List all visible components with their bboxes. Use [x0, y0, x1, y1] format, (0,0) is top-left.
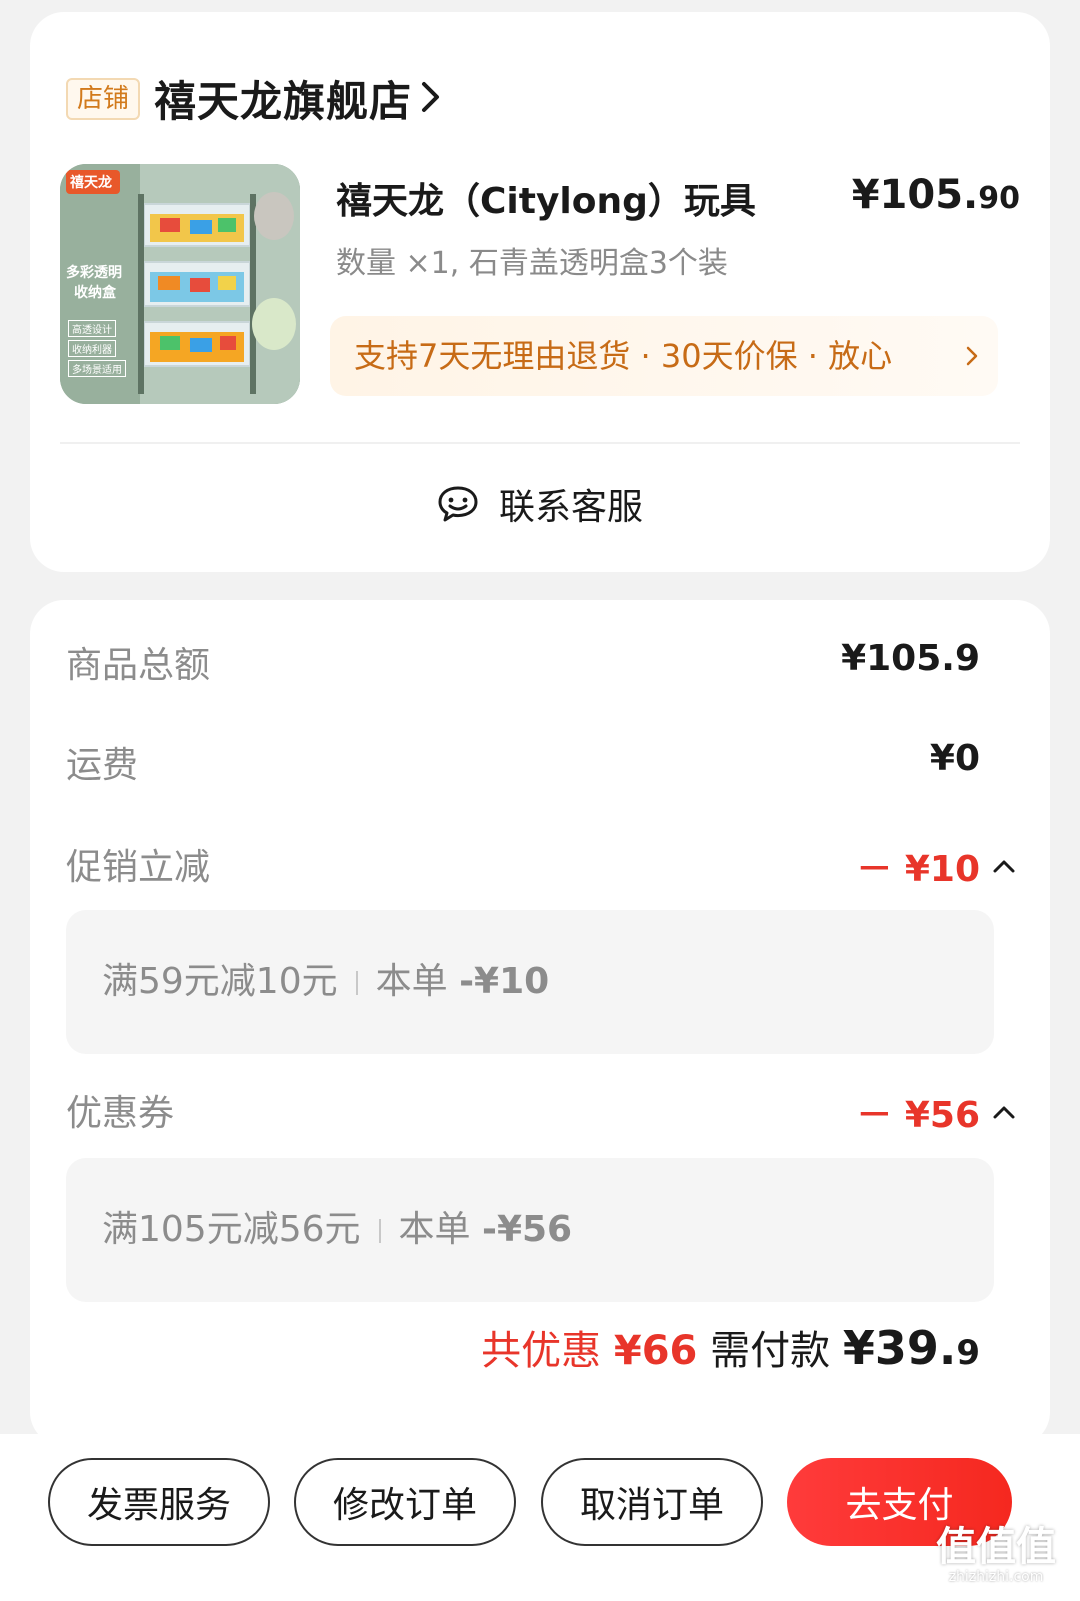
chat-icon — [438, 486, 478, 522]
product-image[interactable]: 禧天龙 多彩透明 收纳盒 高透设计 收纳利器 多场景适用 — [60, 164, 300, 404]
coupon-detail-box: 满105元减56元 本单 -¥56 — [66, 1158, 994, 1302]
subtotal-label: 商品总额 — [66, 645, 211, 686]
total-line: 共优惠 ¥66 需付款 ¥39.9 — [481, 1318, 980, 1376]
contact-service-label: 联系客服 — [498, 487, 643, 528]
product-image-caption: 收纳盒 — [74, 285, 116, 301]
product-price: ¥105.90 — [852, 172, 1020, 218]
product-image-tag: 高透设计 — [68, 320, 116, 337]
modify-order-button[interactable]: 修改订单 — [294, 1458, 516, 1546]
product-image-tag: 多场景适用 — [68, 360, 126, 377]
promo-detail-amount: -¥10 — [459, 961, 550, 1002]
chevron-right-icon — [964, 316, 980, 396]
total-discount-value: ¥66 — [613, 1328, 698, 1374]
promo-detail-rule: 满59元减10元 — [102, 961, 338, 1002]
product-title[interactable]: 禧天龙（Citylong）玩具 — [336, 172, 756, 224]
shipping-label: 运费 — [66, 745, 139, 786]
subtotal-value: ¥105.9 — [841, 638, 980, 679]
coupon-label: 优惠券 — [66, 1093, 175, 1134]
product-price-cents: 90 — [978, 181, 1020, 216]
total-discount-label: 共优惠 — [481, 1328, 602, 1374]
shop-name[interactable]: 禧天龙旗舰店 — [154, 68, 412, 129]
product-image-tag: 收纳利器 — [68, 340, 116, 357]
order-shop-card: 店铺 禧天龙旗舰店 禧天龙 多彩透明 收纳盒 高透设计 收纳利器 多场景适用 禧… — [30, 12, 1050, 572]
watermark: 值值值 zhizhizhi.com — [936, 1525, 1056, 1585]
promo-label: 促销立减 — [66, 847, 211, 888]
shop-header[interactable]: 店铺 禧天龙旗舰店 — [66, 68, 442, 129]
divider — [60, 442, 1020, 444]
guarantee-text: 支持7天无理由退货 · 30天价保 · 放心 — [354, 337, 893, 375]
chevron-right-icon[interactable] — [420, 80, 442, 118]
product-spec: 数量 ×1, 石青盖透明盒3个装 — [336, 246, 728, 281]
contact-service-button[interactable]: 联系客服 — [30, 464, 1050, 544]
payable-label: 需付款 — [710, 1328, 831, 1374]
product-price-int: ¥105. — [851, 172, 979, 218]
watermark-url: zhizhizhi.com — [948, 1569, 1044, 1585]
coupon-detail-amount: -¥56 — [482, 1209, 573, 1250]
shop-tag: 店铺 — [66, 77, 141, 120]
cancel-order-button[interactable]: 取消订单 — [541, 1458, 763, 1546]
promo-value: － ¥10 — [856, 849, 980, 890]
chevron-up-icon[interactable] — [992, 858, 1016, 874]
shipping-value: ¥0 — [929, 738, 980, 779]
invoice-service-button[interactable]: 发票服务 — [48, 1458, 270, 1546]
payable-int: ¥39. — [842, 1321, 957, 1375]
coupon-detail-rule: 满105元减56元 — [102, 1209, 361, 1250]
guarantee-banner[interactable]: 支持7天无理由退货 · 30天价保 · 放心 — [330, 316, 998, 396]
product-image-caption: 多彩透明 — [66, 265, 122, 281]
separator — [378, 1219, 381, 1243]
price-summary-card: 商品总额 ¥105.9 运费 ¥0 促销立减 － ¥10 满59元减10元 本单 … — [30, 600, 1050, 1446]
coupon-value: － ¥56 — [856, 1095, 980, 1136]
product-image-brand: 禧天龙 — [70, 175, 112, 191]
bottom-action-bar: 发票服务 修改订单 取消订单 去支付 值值值 zhizhizhi.com — [0, 1434, 1080, 1601]
payable-cents: 9 — [956, 1333, 980, 1373]
coupon-toggle[interactable]: － ¥56 — [856, 1086, 1016, 1138]
promo-detail-box: 满59元减10元 本单 -¥10 — [66, 910, 994, 1054]
watermark-logo: 值值值 — [936, 1524, 1056, 1570]
separator — [355, 971, 358, 995]
coupon-detail-this: 本单 — [398, 1209, 471, 1250]
chevron-up-icon[interactable] — [992, 1104, 1016, 1120]
promo-toggle[interactable]: － ¥10 — [856, 840, 1016, 892]
promo-detail-this: 本单 — [375, 961, 448, 1002]
